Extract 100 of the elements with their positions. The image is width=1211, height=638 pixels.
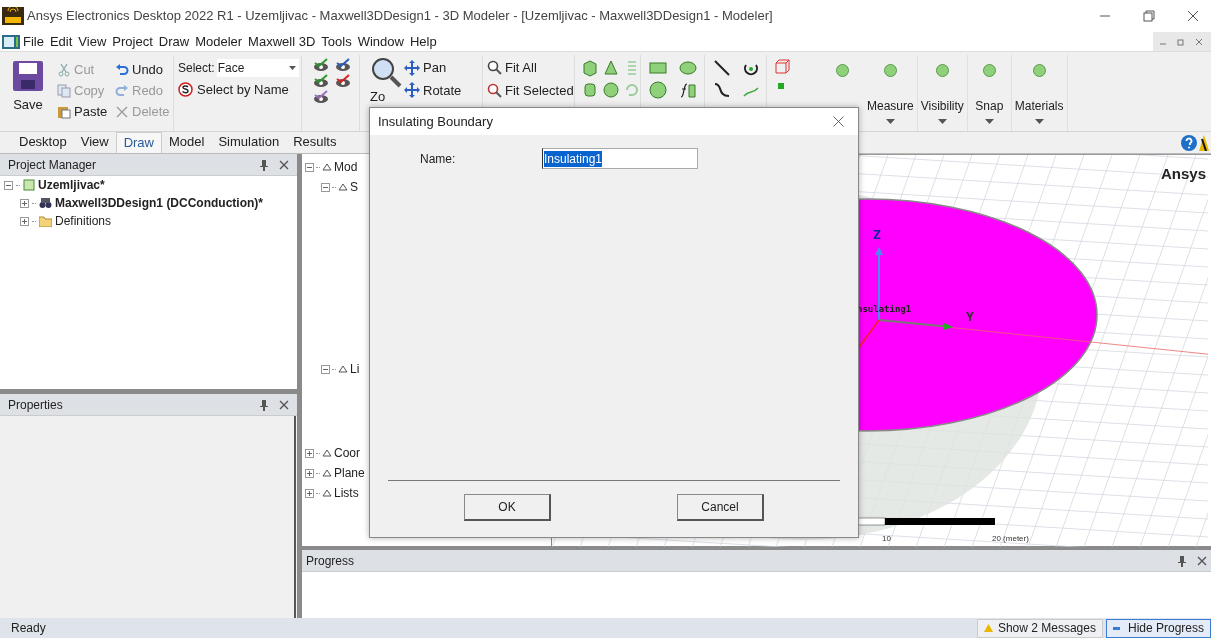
help-icon[interactable] <box>1181 134 1197 151</box>
eye-icon[interactable] <box>312 90 330 104</box>
select-label: Select: <box>178 60 215 77</box>
show-eye-icon[interactable] <box>312 74 330 88</box>
menu-item[interactable]: Modeler <box>192 31 246 52</box>
expand-icon[interactable] <box>20 216 29 226</box>
paste-button[interactable]: Paste <box>56 101 114 122</box>
select-by-name-button[interactable]: Select by Name <box>178 80 301 100</box>
fit-all-button[interactable]: Fit All <box>487 58 574 78</box>
ribbon-tab[interactable]: Simulation <box>211 132 287 153</box>
tree-node-icon <box>322 488 332 498</box>
undo-button[interactable]: Undo <box>114 59 173 80</box>
line-icon[interactable] <box>713 59 731 77</box>
folder-icon <box>39 215 52 227</box>
pin-icon[interactable] <box>259 398 269 411</box>
undo-icon <box>115 62 129 77</box>
ribbon-group-button[interactable]: Visibility <box>917 55 968 131</box>
menu-item[interactable]: File <box>20 31 47 52</box>
cone-icon[interactable] <box>602 59 620 77</box>
group-icon <box>883 64 897 77</box>
box-icon[interactable] <box>581 59 599 77</box>
collapse-icon[interactable] <box>321 364 330 374</box>
menu-item[interactable]: Tools <box>318 31 355 52</box>
tree-item[interactable]: Maxwell3DDesign1 (DCConduction)* <box>55 194 264 212</box>
expand-icon[interactable] <box>305 448 314 458</box>
ribbon-tab[interactable]: Model <box>162 132 212 153</box>
tree-node-icon <box>322 448 332 458</box>
tree-item[interactable]: S <box>350 178 358 196</box>
equation-surface-icon[interactable] <box>678 81 697 99</box>
pin-icon[interactable] <box>259 158 269 171</box>
tree-node-icon <box>322 162 332 172</box>
dialog-button[interactable]: OK <box>464 493 551 521</box>
menu-item[interactable]: Help <box>406 31 440 52</box>
axis-label: Y <box>966 309 974 324</box>
tree-item[interactable]: Lists <box>334 484 359 502</box>
close-icon[interactable] <box>1195 37 1203 46</box>
ribbon-group-button[interactable]: Materials <box>1011 55 1068 131</box>
pan-button[interactable]: Pan <box>404 58 482 78</box>
pin-icon[interactable] <box>1177 554 1187 567</box>
point-icon[interactable] <box>777 83 784 89</box>
menu-item[interactable]: View <box>75 31 110 52</box>
status-text: Ready <box>11 620 46 637</box>
tree-node-icon <box>338 182 348 192</box>
magnifier-icon[interactable] <box>370 56 402 88</box>
circle-icon[interactable] <box>649 81 667 99</box>
close-icon[interactable] <box>1197 555 1207 566</box>
tree-item[interactable]: Mod <box>334 158 358 176</box>
caret-icon <box>984 119 994 124</box>
scale-label: 10 <box>882 534 891 543</box>
ribbon-group-button[interactable]: Snap <box>967 55 1012 131</box>
name-field[interactable]: Insulating1 <box>542 148 698 169</box>
expand-icon[interactable] <box>305 488 314 498</box>
fit-selected-button[interactable]: Fit Selected <box>487 80 574 100</box>
ribbon-group-button[interactable]: Measure <box>864 55 918 131</box>
ribbon-tab[interactable]: Desktop <box>12 132 74 153</box>
spline-icon[interactable] <box>713 81 731 99</box>
tree-item[interactable]: Coor <box>334 444 360 462</box>
dialog-button[interactable]: Cancel <box>677 493 764 521</box>
collapse-icon[interactable] <box>4 180 13 190</box>
close-icon[interactable] <box>279 159 289 170</box>
ribbon-tab[interactable]: View <box>73 132 116 153</box>
menu-item[interactable]: Window <box>354 31 407 52</box>
hide-eye-icon[interactable] <box>333 58 352 72</box>
sphere-icon[interactable] <box>602 81 620 99</box>
rotate-button[interactable]: Rotate <box>404 80 482 100</box>
close-icon[interactable] <box>833 116 844 127</box>
collapse-icon[interactable] <box>321 182 330 192</box>
menu-item[interactable]: Draw <box>155 31 193 52</box>
caret-icon <box>885 119 895 124</box>
ellipse-icon[interactable] <box>678 59 697 77</box>
project-icon <box>23 179 35 191</box>
tree-item[interactable]: Li <box>350 360 360 378</box>
hide-progress-button[interactable]: Hide Progress <box>1105 618 1211 638</box>
close-icon[interactable] <box>1187 10 1199 22</box>
window-title: Ansys Electronics Desktop 2022 R1 - Uzemljivac - Maxwell3DDesign1 - 3D Modeler - [Uzemljivac - Maxwell3DDesign1 - Modeler] <box>27 7 773 26</box>
hide-eye-icon[interactable] <box>333 74 352 88</box>
group-icon <box>982 64 996 77</box>
tree-item[interactable]: Uzemljivac* <box>38 176 105 194</box>
tree-item[interactable]: Plane <box>334 464 365 482</box>
app-logo-icon <box>2 7 24 25</box>
rectangle-icon[interactable] <box>649 59 667 77</box>
menu-item[interactable]: Maxwell 3D <box>245 31 319 52</box>
show-messages-button[interactable]: Show 2 Messages <box>976 618 1103 638</box>
document-icon <box>2 34 20 49</box>
menu-item[interactable]: Project <box>109 31 156 52</box>
minus-icon <box>1112 626 1120 630</box>
save-button[interactable]: Save <box>0 55 56 131</box>
menu-item[interactable]: Edit <box>46 31 76 52</box>
close-icon[interactable] <box>279 399 289 410</box>
expand-icon[interactable] <box>305 468 314 478</box>
zoom-label[interactable]: Zo <box>370 90 404 103</box>
restore-icon[interactable] <box>1143 10 1155 22</box>
select-dropdown[interactable]: Face <box>216 59 299 77</box>
group-icon[interactable] <box>835 64 849 77</box>
expand-icon[interactable] <box>20 198 29 208</box>
tree-item[interactable]: Definitions <box>55 212 112 230</box>
show-eye-icon[interactable] <box>312 58 330 72</box>
ribbon-tab[interactable]: Results <box>286 132 344 153</box>
collapse-icon[interactable] <box>305 162 314 172</box>
ribbon-tab[interactable]: Draw <box>115 132 162 153</box>
